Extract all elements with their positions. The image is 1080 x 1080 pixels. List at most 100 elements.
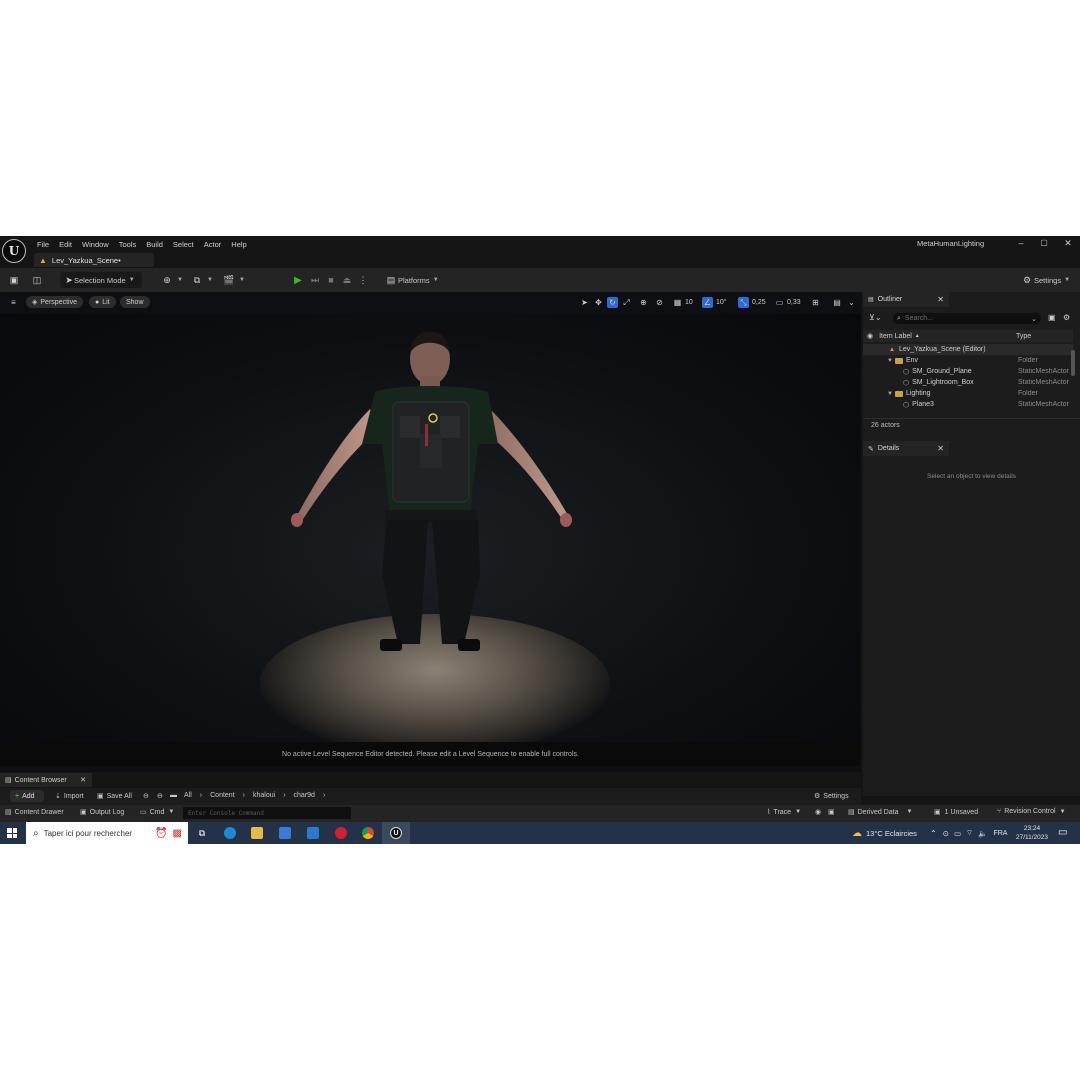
item-label-column[interactable]: Item Label [879,333,912,340]
chevron-up-icon[interactable]: ⌃ [930,829,937,838]
unsaved-button[interactable]: ▣ 1 Unsaved [934,808,978,817]
minimize-button[interactable]: – [1014,238,1028,250]
tree-row[interactable]: ⬡ Plane3 StaticMeshActor [863,399,1073,410]
revision-control-dropdown[interactable]: ⑂ Revision Control ▼ [997,808,1066,815]
save-icon[interactable]: ▣ [7,272,21,288]
language-indicator[interactable]: FRA [993,830,1007,837]
unreal-logo-icon[interactable]: U [2,239,26,263]
scale-snap-value[interactable]: 0,25 [752,297,766,308]
derived-data-dropdown[interactable]: ▤ Derived Data ▼ [848,808,912,817]
console-input[interactable]: Enter Console Command [183,807,351,819]
visibility-icon[interactable]: ◉ [867,332,873,340]
menu-actor[interactable]: Actor [204,240,222,249]
grid-snap-value[interactable]: 10 [685,297,693,308]
close-button[interactable]: ✕ [1061,238,1075,250]
breadcrumb-char9d[interactable]: char9d [294,792,315,799]
tree-row[interactable]: ▲ Lev_Yazkua_Scene (Editor) [863,344,1073,355]
show-button[interactable]: Show [120,296,150,308]
filter-icon[interactable]: ⊻⌄ [869,313,882,322]
breadcrumb-khaloui[interactable]: khaloui [253,792,275,799]
grid-snap-icon[interactable]: ▦ [672,297,683,308]
breadcrumb-content[interactable]: Content [210,792,235,799]
weather-icon[interactable]: ☁ [852,828,862,839]
rotation-snap-icon[interactable]: ∠ [702,297,713,308]
screenshot-icon[interactable]: ▣ [828,808,835,816]
menu-select[interactable]: Select [173,240,194,249]
trace-dropdown[interactable]: ⌇ Trace ▼ [767,808,801,817]
content-drawer-button[interactable]: ▤ Content Drawer [5,808,64,817]
maximize-viewport-icon[interactable]: ⊞ [810,297,821,308]
tree-row[interactable]: ⬡ SM_Lightroom_Box StaticMeshActor [863,377,1073,388]
viewport-layout-icon[interactable]: ▤ [826,297,848,308]
level-tab[interactable]: ▲ Lev_Yazkua_Scene• [34,253,154,267]
content-browser-settings-button[interactable]: ⚙ Settings [814,792,849,801]
menu-tools[interactable]: Tools [119,240,137,249]
lit-button[interactable]: ● Lit [89,296,116,308]
gear-icon[interactable]: ⚙ [1063,313,1070,322]
camera-speed-icon[interactable]: ▭ [774,297,785,308]
chevron-down-icon[interactable]: ⌄ [846,297,857,308]
content-icon[interactable]: ◫ [30,272,44,288]
store-icon[interactable] [279,827,291,839]
scale-tool-icon[interactable]: ⤢ [621,297,632,308]
rotate-tool-icon[interactable]: ↻ [607,297,618,308]
outliner-search-input[interactable]: ⌕ Search... ⌄ [893,313,1041,324]
advance-frame-button[interactable]: ⏭ [308,272,322,288]
scale-snap-icon[interactable]: ⤡ [738,297,749,308]
add-button[interactable]: + Add [10,790,44,802]
windows-start-icon[interactable] [7,828,17,838]
perspective-button[interactable]: ◈ Perspective [26,296,83,308]
mail-icon[interactable] [307,827,319,839]
close-icon[interactable]: ✕ [80,776,86,784]
eject-button[interactable]: ⏏ [340,272,354,288]
cinematics-button[interactable]: 🎬 ▼ [222,272,245,288]
notifications-icon[interactable]: ▭ [1058,827,1067,838]
world-space-icon[interactable]: ⊕ [638,297,649,308]
hamburger-menu-icon[interactable]: ≡ [8,297,19,308]
weather-label[interactable]: 13°C Eclaircies [866,829,917,838]
menu-help[interactable]: Help [231,240,246,249]
add-actor-button[interactable]: ⊕ ▼ [160,272,183,288]
content-browser-tab[interactable]: ▤ Content Browser ✕ [0,773,92,787]
chevron-down-icon[interactable]: ▼ [887,391,893,397]
camera-speed-value[interactable]: 0,33 [787,297,801,308]
menu-file[interactable]: File [37,240,49,249]
taskbar-search-input[interactable]: ⌕ Taper ici pour rechercher ⏰ ▩ [26,822,188,844]
record-icon[interactable]: ◉ [815,808,821,816]
settings-dropdown[interactable]: ⚙ Settings ▼ [1020,272,1070,288]
task-view-icon[interactable]: ⧉ [196,827,208,839]
select-tool-icon[interactable]: ➤ [579,297,590,308]
add-folder-icon[interactable]: ▣ [1048,313,1056,322]
opera-icon[interactable] [335,827,347,839]
unreal-taskbar-item[interactable]: U [382,822,410,844]
cmd-dropdown[interactable]: ▭ Cmd ▼ [140,808,174,817]
file-explorer-icon[interactable] [251,827,263,839]
close-icon[interactable]: ✕ [937,295,944,304]
menu-build[interactable]: Build [146,240,163,249]
menu-edit[interactable]: Edit [59,240,72,249]
type-column[interactable]: Type [1016,333,1031,340]
clock[interactable]: 23:24 27/11/2023 [1012,824,1052,842]
folder-icon[interactable]: ▬ [170,792,177,799]
battery-icon[interactable]: ▭ [954,829,961,838]
volume-icon[interactable]: 🔈 [978,829,987,838]
rotation-snap-value[interactable]: 10° [716,297,727,308]
history-back-icon[interactable]: ⊖ [143,792,149,800]
maximize-button[interactable]: ▢ [1037,238,1051,250]
menu-window[interactable]: Window [82,240,109,249]
edge-icon[interactable] [224,827,236,839]
play-button[interactable]: ▶ [291,272,305,288]
tree-row[interactable]: ▼ Env Folder [863,355,1073,366]
details-tab[interactable]: ✎ Details ✕ [863,441,949,456]
chevron-down-icon[interactable]: ▼ [887,358,893,364]
outliner-scrollbar[interactable] [1071,350,1075,376]
tree-row[interactable]: ▼ Lighting Folder [863,388,1073,399]
network-device-icon[interactable]: ⊙ [943,829,949,838]
tree-row[interactable]: ⬡ SM_Ground_Plane StaticMeshActor [863,366,1073,377]
stop-button[interactable]: ■ [324,272,338,288]
selection-mode-dropdown[interactable]: ➤ Selection Mode ▼ [60,272,142,288]
blueprint-button[interactable]: ⧉ ▼ [190,272,213,288]
output-log-button[interactable]: ▣ Output Log [80,808,124,817]
save-all-button[interactable]: ▣ Save All [97,792,132,801]
import-button[interactable]: ⇣ Import [55,792,84,801]
